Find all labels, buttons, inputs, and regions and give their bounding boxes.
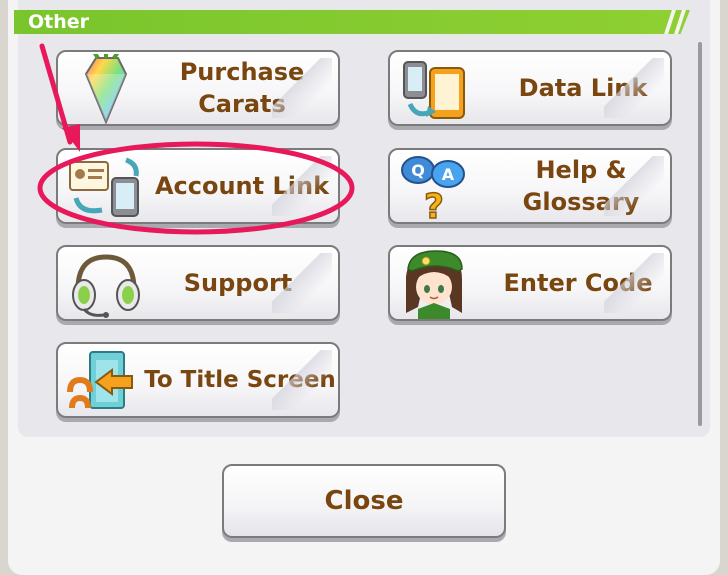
close-label: Close [324, 486, 404, 516]
prism-crystal-icon [84, 54, 128, 124]
data-link-button[interactable]: Data Link [388, 50, 672, 126]
account-link-label: Account Link [154, 172, 330, 200]
section-header-bar [14, 10, 690, 34]
svg-text:?: ? [424, 187, 444, 222]
help-glossary-label-line1: Help & [535, 156, 627, 184]
purchase-carats-label-line1: Purchase [179, 58, 305, 86]
purchase-carats-label-line2: Carats [198, 90, 286, 118]
id-card-icon [69, 157, 139, 217]
scrollbar[interactable] [698, 42, 702, 426]
svg-text:Q: Q [411, 161, 425, 180]
purchase-carats-button[interactable]: Purchase Carats [56, 50, 340, 126]
phone-transfer-icon [403, 61, 465, 119]
section-title: Other [28, 11, 90, 33]
enter-code-label: Enter Code [503, 269, 653, 297]
support-label: Support [183, 269, 293, 297]
help-glossary-button[interactable]: Q A ? Help & Glossary [388, 148, 672, 224]
qa-bubble-icon: Q A ? [401, 156, 465, 222]
character-portrait-icon [406, 250, 463, 319]
help-glossary-label-line2: Glossary [522, 188, 640, 216]
to-title-screen-label: To Title Screen [144, 367, 336, 393]
close-button[interactable]: Close [222, 464, 506, 538]
support-button[interactable]: Support [56, 245, 340, 321]
headphones-icon [72, 254, 140, 318]
enter-code-button[interactable]: Enter Code [388, 245, 672, 321]
exit-door-icon [67, 351, 133, 409]
account-link-button[interactable]: Account Link [56, 148, 340, 224]
to-title-screen-button[interactable]: To Title Screen [56, 342, 340, 418]
svg-text:A: A [442, 165, 455, 184]
data-link-label: Data Link [518, 74, 648, 102]
